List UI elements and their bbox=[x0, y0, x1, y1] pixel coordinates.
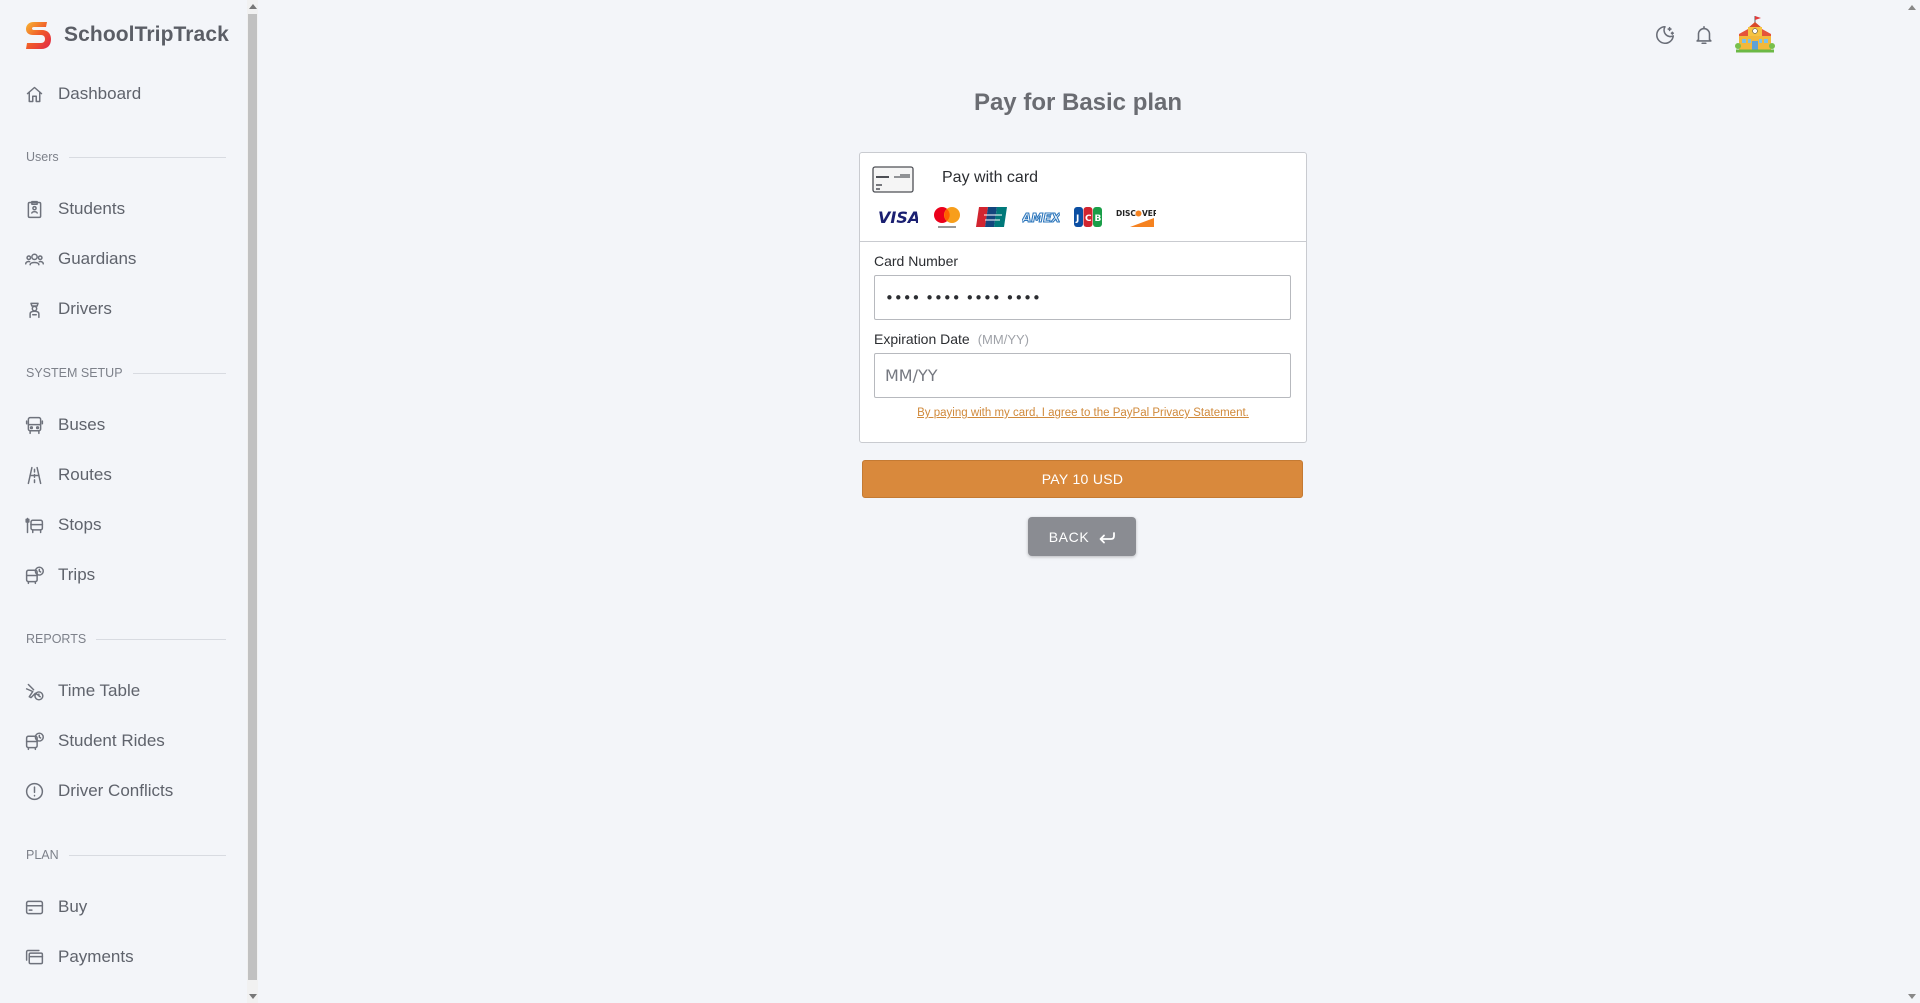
sidebar-item-label: Guardians bbox=[58, 249, 137, 268]
sidebar-item-label: Buses bbox=[58, 415, 106, 434]
moon-stars-icon bbox=[1656, 25, 1675, 45]
sidebar-item-label: Drivers bbox=[58, 299, 112, 318]
scrollbar-thumb[interactable] bbox=[248, 14, 257, 980]
paypal-privacy-link[interactable]: By paying with my card, I agree to the P… bbox=[860, 407, 1306, 419]
svg-text:J: J bbox=[1075, 214, 1079, 224]
bus-clock-icon bbox=[22, 563, 46, 587]
pay-with-card-header[interactable]: Pay with card VISA AMEX JCB DISC VER bbox=[860, 153, 1306, 242]
back-button-label: BACK bbox=[1048, 528, 1090, 545]
scroll-down-arrow-icon[interactable] bbox=[249, 994, 257, 999]
section-title: PLAN bbox=[26, 848, 59, 862]
section-system-setup: SYSTEM SETUP bbox=[26, 365, 226, 381]
page-scrollbar[interactable] bbox=[1903, 0, 1920, 1003]
sidebar-item-time-table[interactable]: Time Table bbox=[22, 676, 140, 706]
bus-icon bbox=[22, 413, 46, 437]
sidebar-item-label: Student Rides bbox=[58, 731, 165, 750]
avatar[interactable] bbox=[1734, 14, 1776, 56]
driver-icon bbox=[22, 297, 46, 321]
credit-card-icon bbox=[872, 166, 914, 193]
theme-toggle-button[interactable] bbox=[1650, 18, 1680, 52]
return-arrow-icon bbox=[1099, 531, 1116, 543]
svg-text:AMEX: AMEX bbox=[1022, 211, 1060, 225]
sidebar-item-label: Stops bbox=[58, 515, 102, 534]
bell-icon bbox=[1696, 25, 1712, 45]
visa-icon: VISA bbox=[878, 205, 918, 229]
card-number-label: Card Number bbox=[874, 253, 959, 269]
scroll-up-arrow-icon[interactable] bbox=[249, 4, 257, 9]
section-title: Users bbox=[26, 150, 59, 164]
plane-clock-icon bbox=[22, 679, 46, 703]
brand[interactable]: SchoolTripTrack bbox=[22, 18, 229, 52]
notifications-button[interactable] bbox=[1689, 18, 1719, 52]
sidebar-item-label: Trips bbox=[58, 565, 96, 584]
sidebar-item-trips[interactable]: Trips bbox=[22, 560, 95, 590]
sidebar-item-label: Time Table bbox=[58, 681, 141, 700]
cards-icon bbox=[22, 945, 46, 969]
app-name: SchoolTripTrack bbox=[64, 23, 229, 46]
scroll-up-arrow-icon[interactable] bbox=[1908, 5, 1916, 10]
sidebar-scroll: SchoolTripTrack Dashboard Users Students… bbox=[0, 0, 247, 1003]
expiration-date-label: Expiration Date (MM/YY) bbox=[874, 331, 1029, 347]
sidebar-item-buy[interactable]: Buy bbox=[22, 892, 87, 922]
mastercard-icon bbox=[932, 205, 962, 229]
section-title: REPORTS bbox=[26, 632, 87, 646]
svg-text:C: C bbox=[1085, 214, 1092, 224]
expiration-date-hint: (MM/YY) bbox=[977, 332, 1029, 347]
sidebar-scrollbar[interactable] bbox=[247, 0, 258, 1003]
bus-clock-icon bbox=[22, 729, 46, 753]
divider bbox=[68, 156, 226, 158]
svg-text:B: B bbox=[1095, 214, 1102, 224]
jcb-icon: JCB bbox=[1074, 205, 1102, 229]
sidebar: SchoolTripTrack Dashboard Users Students… bbox=[0, 0, 247, 1003]
sidebar-item-stops[interactable]: Stops bbox=[22, 510, 101, 540]
expiration-date-label-text: Expiration Date bbox=[874, 331, 970, 347]
divider bbox=[68, 854, 226, 856]
sidebar-item-label: Payments bbox=[58, 947, 134, 966]
sidebar-item-drivers[interactable]: Drivers bbox=[22, 294, 112, 324]
sidebar-item-payments[interactable]: Payments bbox=[22, 942, 134, 972]
divider bbox=[96, 638, 226, 640]
sidebar-item-driver-conflicts[interactable]: Driver Conflicts bbox=[22, 776, 173, 806]
clipboard-icon bbox=[22, 197, 46, 221]
alert-circle-icon bbox=[22, 779, 46, 803]
expiration-date-input[interactable]: MM/YY bbox=[874, 353, 1291, 398]
credit-card-icon bbox=[22, 895, 46, 919]
svg-text:VISA: VISA bbox=[878, 208, 918, 226]
app-logo-icon bbox=[26, 22, 51, 49]
sidebar-item-label: Buy bbox=[58, 897, 88, 916]
section-title: SYSTEM SETUP bbox=[26, 366, 123, 380]
bus-stop-icon bbox=[22, 513, 46, 537]
sidebar-item-student-rides[interactable]: Student Rides bbox=[22, 726, 165, 756]
section-reports: REPORTS bbox=[26, 631, 226, 647]
card-number-input[interactable]: •••• •••• •••• •••• bbox=[874, 275, 1291, 320]
sidebar-item-buses[interactable]: Buses bbox=[22, 410, 105, 440]
sidebar-item-label: Driver Conflicts bbox=[58, 781, 174, 800]
divider bbox=[132, 372, 226, 374]
svg-text:VER: VER bbox=[1142, 209, 1156, 218]
sidebar-item-routes[interactable]: Routes bbox=[22, 460, 112, 490]
discover-icon: DISC VER bbox=[1116, 205, 1156, 229]
amex-icon: AMEX bbox=[1022, 205, 1060, 229]
section-plan: PLAN bbox=[26, 847, 226, 863]
road-icon bbox=[22, 463, 46, 487]
svg-text:DISC: DISC bbox=[1116, 209, 1136, 218]
sidebar-item-students[interactable]: Students bbox=[22, 194, 125, 224]
back-button[interactable]: BACK bbox=[1028, 517, 1136, 556]
pay-with-card-title: Pay with card bbox=[942, 169, 1039, 186]
sidebar-item-label: Students bbox=[58, 199, 126, 218]
pay-button[interactable]: PAY 10 USD bbox=[862, 460, 1303, 498]
sidebar-item-label: Routes bbox=[58, 465, 112, 484]
unionpay-icon bbox=[976, 205, 1008, 229]
sidebar-item-guardians[interactable]: Guardians bbox=[22, 244, 136, 274]
topbar-actions bbox=[1650, 14, 1776, 56]
card-brand-list: VISA AMEX JCB DISC VER bbox=[878, 205, 1170, 229]
page-title: Pay for Basic plan bbox=[973, 89, 1183, 116]
users-icon bbox=[22, 247, 46, 271]
payment-card-form: Pay with card VISA AMEX JCB DISC VER Card… bbox=[859, 152, 1307, 443]
scroll-down-arrow-icon[interactable] bbox=[1908, 994, 1916, 999]
section-users: Users bbox=[26, 149, 226, 165]
